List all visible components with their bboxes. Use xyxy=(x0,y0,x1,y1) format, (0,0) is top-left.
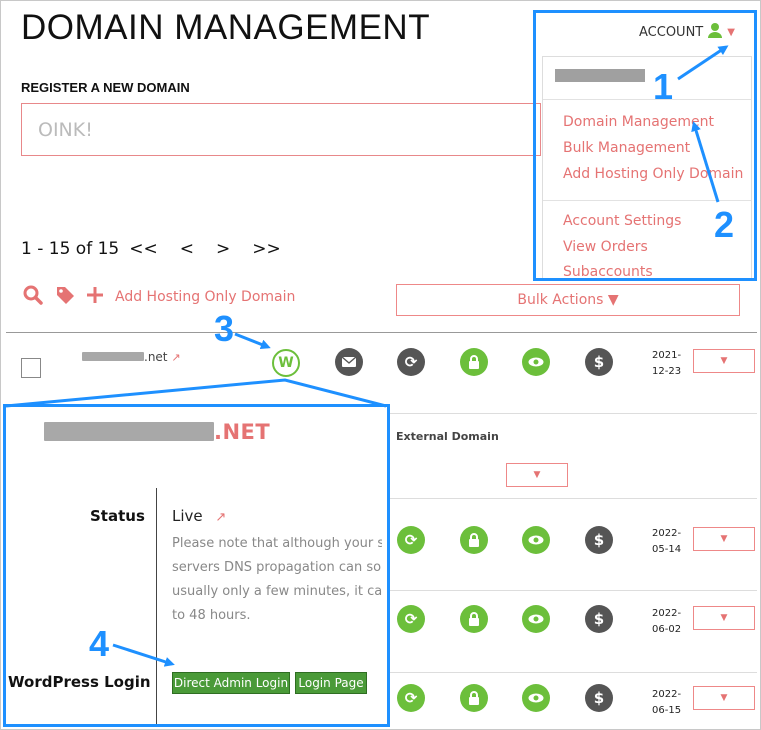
callout-number-3: 3 xyxy=(214,308,235,349)
popup-connector xyxy=(5,378,387,408)
callout-arrow-3 xyxy=(234,332,271,350)
callout-number-2: 2 xyxy=(714,204,735,245)
annotation-overlay xyxy=(5,45,729,667)
callout-arrow-4 xyxy=(112,643,175,667)
callout-arrow-2 xyxy=(691,121,720,203)
callout-number-4: 4 xyxy=(89,623,110,664)
callout-number-1: 1 xyxy=(653,66,674,107)
callout-arrow-1 xyxy=(677,45,729,81)
